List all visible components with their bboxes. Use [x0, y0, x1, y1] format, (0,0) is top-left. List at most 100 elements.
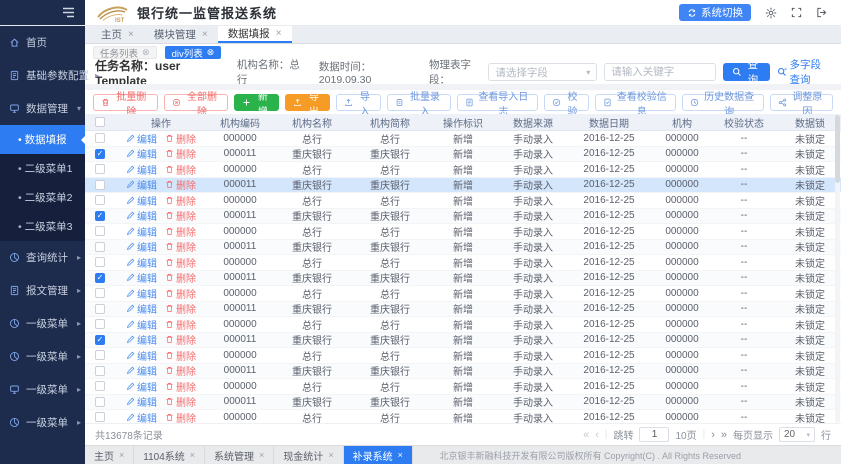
table-row[interactable]: 编辑 删除 000000 总行 总行 新增 手动录入 2016-12-25 00…: [85, 410, 841, 423]
table-row[interactable]: 编辑 删除 000000 总行 总行 新增 手动录入 2016-12-25 00…: [85, 379, 841, 395]
history-query-button[interactable]: 历史数据查询: [682, 94, 763, 111]
settings-gear-icon[interactable]: [765, 7, 777, 19]
close-icon[interactable]: ×: [119, 450, 124, 460]
bottom-tab-home[interactable]: 主页 ×: [85, 446, 134, 464]
edit-button[interactable]: 编辑: [126, 146, 157, 161]
validate-button[interactable]: 校验: [544, 94, 589, 111]
table-row[interactable]: 编辑 删除 000011 重庆银行 重庆银行 新增 手动录入 2016-12-2…: [85, 333, 841, 349]
scrollbar-thumb[interactable]: [835, 115, 840, 183]
table-row[interactable]: 编辑 删除 000000 总行 总行 新增 手动录入 2016-12-25 00…: [85, 286, 841, 302]
delete-button[interactable]: 删除: [165, 146, 196, 161]
delete-button[interactable]: 删除: [165, 394, 196, 409]
row-checkbox[interactable]: [95, 273, 105, 283]
first-page-icon[interactable]: «: [583, 429, 589, 441]
edit-button[interactable]: 编辑: [126, 255, 157, 270]
delete-button[interactable]: 删除: [165, 363, 196, 378]
table-row[interactable]: 编辑 删除 000000 总行 总行 新增 手动录入 2016-12-25 00…: [85, 224, 841, 240]
close-icon[interactable]: ×: [328, 450, 333, 460]
delete-button[interactable]: 删除: [165, 208, 196, 223]
table-row[interactable]: 编辑 删除 000000 总行 总行 新增 手动录入 2016-12-25 00…: [85, 162, 841, 178]
row-checkbox[interactable]: [95, 180, 105, 190]
sidebar-item-submenu-1[interactable]: 二级菜单1: [0, 154, 85, 183]
edit-button[interactable]: 编辑: [126, 363, 157, 378]
edit-button[interactable]: 编辑: [126, 224, 157, 239]
bottom-tab-supplement-system[interactable]: 补录系统 ×: [344, 446, 413, 464]
table-row[interactable]: 编辑 删除 000011 重庆银行 重庆银行 新增 手动录入 2016-12-2…: [85, 209, 841, 225]
next-page-icon[interactable]: ›: [711, 429, 715, 441]
table-row[interactable]: 编辑 删除 000011 重庆银行 重庆银行 新增 手动录入 2016-12-2…: [85, 364, 841, 380]
tab-data-entry[interactable]: 数据填报 ×: [218, 26, 292, 43]
delete-button[interactable]: 删除: [165, 270, 196, 285]
sidebar-item-menu-2[interactable]: 一级菜单 ▸: [0, 340, 85, 373]
delete-button[interactable]: 删除: [165, 193, 196, 208]
delete-button[interactable]: 删除: [165, 162, 196, 177]
view-validate-info-button[interactable]: 查看校验信息: [595, 94, 676, 111]
edit-button[interactable]: 编辑: [126, 301, 157, 316]
row-checkbox[interactable]: [95, 304, 105, 314]
import-button[interactable]: 导入: [336, 94, 381, 111]
edit-button[interactable]: 编辑: [126, 177, 157, 192]
bottom-tab-1104-system[interactable]: 1104系统 ×: [134, 446, 205, 464]
edit-button[interactable]: 编辑: [126, 410, 157, 423]
vertical-scrollbar[interactable]: [835, 115, 840, 423]
delete-button[interactable]: 删除: [165, 301, 196, 316]
sidebar-item-data-manage[interactable]: 数据管理 ▾: [0, 92, 85, 125]
batch-delete-button[interactable]: 批量删除: [93, 94, 158, 111]
row-checkbox[interactable]: [95, 242, 105, 252]
table-row[interactable]: 编辑 删除 000000 总行 总行 新增 手动录入 2016-12-25 00…: [85, 131, 841, 147]
add-button[interactable]: 新增: [234, 94, 279, 111]
prev-page-icon[interactable]: ‹: [595, 429, 599, 441]
sidebar-item-base-params[interactable]: 基础参数配置 ▸: [0, 59, 85, 92]
sidebar-item-data-entry[interactable]: 数据填报: [0, 125, 85, 154]
delete-button[interactable]: 删除: [165, 286, 196, 301]
select-all-checkbox[interactable]: [95, 117, 105, 127]
row-checkbox[interactable]: [95, 335, 105, 345]
table-row[interactable]: 编辑 删除 000011 重庆银行 重庆银行 新增 手动录入 2016-12-2…: [85, 240, 841, 256]
field-select[interactable]: 请选择字段 ▾: [488, 63, 597, 81]
close-icon[interactable]: ×: [128, 29, 134, 40]
row-checkbox[interactable]: [95, 319, 105, 329]
row-checkbox[interactable]: [95, 288, 105, 298]
edit-button[interactable]: 编辑: [126, 239, 157, 254]
sidebar-item-menu-4[interactable]: 一级菜单 ▸: [0, 406, 85, 439]
row-checkbox[interactable]: [95, 211, 105, 221]
delete-button[interactable]: 删除: [165, 317, 196, 332]
view-import-log-button[interactable]: 查看导入日志: [457, 94, 538, 111]
sidebar-item-message-manage[interactable]: 报文管理 ▸: [0, 274, 85, 307]
edit-button[interactable]: 编辑: [126, 348, 157, 363]
table-row[interactable]: 编辑 删除 000011 重庆银行 重庆银行 新增 手动录入 2016-12-2…: [85, 271, 841, 287]
table-row[interactable]: 编辑 删除 000011 重庆银行 重庆银行 新增 手动录入 2016-12-2…: [85, 147, 841, 163]
row-checkbox[interactable]: [95, 350, 105, 360]
keyword-input[interactable]: [604, 63, 716, 81]
query-button[interactable]: 查询: [723, 63, 769, 81]
delete-button[interactable]: 删除: [165, 131, 196, 146]
bottom-tab-cash-stats[interactable]: 现金统计 ×: [274, 446, 343, 464]
logout-icon[interactable]: [816, 7, 827, 18]
multi-field-query-link[interactable]: 多字段查询: [777, 57, 831, 87]
row-checkbox[interactable]: [95, 397, 105, 407]
bottom-tab-system-manage[interactable]: 系统管理 ×: [205, 446, 274, 464]
row-checkbox[interactable]: [95, 226, 105, 236]
tab-home[interactable]: 主页 ×: [91, 26, 144, 43]
row-checkbox[interactable]: [95, 164, 105, 174]
system-switch-button[interactable]: 系统切换: [679, 4, 751, 21]
delete-button[interactable]: 删除: [165, 255, 196, 270]
edit-button[interactable]: 编辑: [126, 379, 157, 394]
delete-button[interactable]: 删除: [165, 224, 196, 239]
table-row[interactable]: 编辑 删除 000011 重庆银行 重庆银行 新增 手动录入 2016-12-2…: [85, 302, 841, 318]
close-icon[interactable]: ×: [190, 450, 195, 460]
hamburger-menu-icon[interactable]: [62, 7, 75, 18]
edit-button[interactable]: 编辑: [126, 193, 157, 208]
delete-button[interactable]: 删除: [165, 332, 196, 347]
table-row[interactable]: 编辑 删除 000011 重庆银行 重庆银行 新增 手动录入 2016-12-2…: [85, 395, 841, 411]
edit-button[interactable]: 编辑: [126, 317, 157, 332]
sidebar-item-menu-1[interactable]: 一级菜单 ▸: [0, 307, 85, 340]
delete-button[interactable]: 删除: [165, 348, 196, 363]
sidebar-item-submenu-3[interactable]: 二级菜单3: [0, 212, 85, 241]
row-checkbox[interactable]: [95, 381, 105, 391]
row-checkbox[interactable]: [95, 133, 105, 143]
row-checkbox[interactable]: [95, 412, 105, 422]
sidebar-item-menu-3[interactable]: 一级菜单 ▸: [0, 373, 85, 406]
last-page-icon[interactable]: »: [721, 429, 727, 441]
table-row[interactable]: 编辑 删除 000000 总行 总行 新增 手动录入 2016-12-25 00…: [85, 193, 841, 209]
